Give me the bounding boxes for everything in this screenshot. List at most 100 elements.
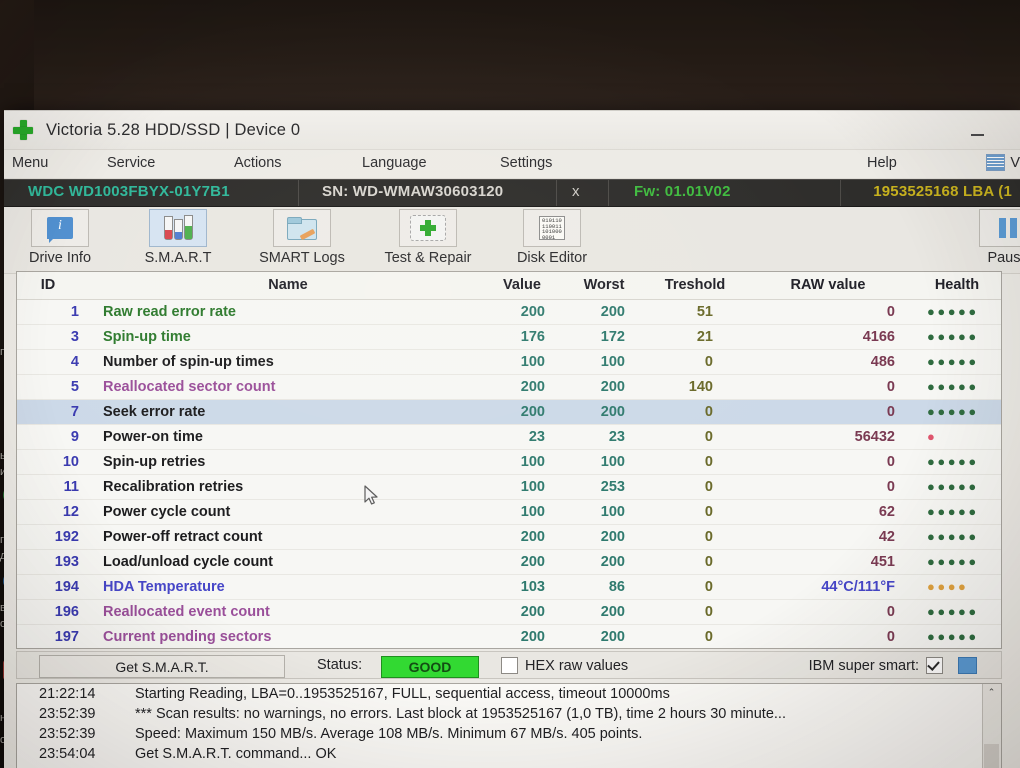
window-title: Victoria 5.28 HDD/SSD | Device 0 <box>46 120 301 139</box>
menu-item-actions[interactable]: Actions <box>234 155 282 171</box>
menu-item-service[interactable]: Service <box>107 155 155 171</box>
ibm-super-smart-checkbox[interactable]: IBM super smart: <box>809 657 943 674</box>
menu-item-help[interactable]: Help <box>867 155 897 171</box>
table-row[interactable]: 9 Power-on time 23 23 0 56432 ● <box>17 424 1001 450</box>
cell-value: 100 <box>483 499 561 525</box>
cell-id: 11 <box>17 474 93 500</box>
cell-value: 200 <box>483 599 561 625</box>
cell-health: ●●●●● <box>913 299 1001 325</box>
view-mode-toggle[interactable]: V <box>986 154 1020 171</box>
cell-id: 7 <box>17 399 93 425</box>
table-row[interactable]: 7 Seek error rate 200 200 0 0 ●●●●● <box>17 399 1001 425</box>
log-timestamp: 23:52:39 <box>39 706 96 722</box>
health-dots-icon: ●●●● <box>927 579 969 594</box>
table-row[interactable]: 11 Recalibration retries 100 253 0 0 ●●●●● <box>17 474 1001 500</box>
cell-raw: 0 <box>743 449 913 475</box>
column-header-health[interactable]: Health <box>913 272 1001 300</box>
cell-worst: 23 <box>561 424 647 450</box>
toolbar-label-drive-info: Drive Info <box>28 250 92 266</box>
cell-raw: 56432 <box>743 424 913 450</box>
menu-item-language[interactable]: Language <box>362 155 427 171</box>
device-close-mark[interactable]: x <box>572 183 580 200</box>
cell-id: 10 <box>17 449 93 475</box>
table-row[interactable]: 10 Spin-up retries 100 100 0 0 ●●●●● <box>17 449 1001 475</box>
scrollbar-thumb[interactable] <box>984 744 999 768</box>
hex-raw-values-checkbox-box[interactable] <box>501 657 518 674</box>
cell-name: Spin-up time <box>93 324 483 350</box>
cell-threshold: 0 <box>647 524 743 550</box>
log-line: 23:54:04 Get S.M.A.R.T. command... OK <box>17 744 1001 764</box>
table-row[interactable]: 4 Number of spin-up times 100 100 0 486 ●●●●● <box>17 349 1001 375</box>
column-header-raw-value[interactable]: RAW value <box>743 272 913 300</box>
smart-table: ID Name Value Worst Treshold RAW value H… <box>17 272 1001 648</box>
cell-worst: 200 <box>561 399 647 425</box>
log-scrollbar[interactable]: ⌃ <box>982 684 1001 768</box>
cell-raw: 0 <box>743 399 913 425</box>
ibm-super-smart-label: IBM super smart: <box>808 657 919 674</box>
cell-value: 100 <box>483 349 561 375</box>
menu-item-settings[interactable]: Settings <box>500 155 552 171</box>
cell-threshold: 0 <box>647 474 743 500</box>
toolbar-button-smart[interactable]: S.M.A.R.T <box>122 209 234 271</box>
cell-id: 12 <box>17 499 93 525</box>
ibm-super-smart-checkbox-box[interactable] <box>926 657 943 674</box>
cell-name: Number of spin-up times <box>93 349 483 375</box>
toolbar-button-test-repair[interactable]: Test & Repair <box>372 209 484 271</box>
cell-name: HDA Temperature <box>93 574 483 600</box>
hex-raw-values-checkbox[interactable]: HEX raw values <box>501 657 628 674</box>
table-row[interactable]: 194 HDA Temperature 103 86 0 44°C/111°F ●●●● <box>17 574 1001 600</box>
table-row[interactable]: 5 Reallocated sector count 200 200 140 0 ●●●●● <box>17 374 1001 400</box>
table-row[interactable]: 196 Reallocated event count 200 200 0 0 ●●●●● <box>17 599 1001 625</box>
cell-health: ●●●●● <box>913 374 1001 400</box>
cell-name: Spin-up retries <box>93 449 483 475</box>
cell-worst: 86 <box>561 574 647 600</box>
cell-worst: 100 <box>561 349 647 375</box>
column-header-id[interactable]: ID <box>17 272 93 300</box>
cell-threshold: 0 <box>647 424 743 450</box>
toolbar-label-smart: S.M.A.R.T <box>144 250 212 266</box>
column-header-worst[interactable]: Worst <box>561 272 647 300</box>
cell-value: 100 <box>483 474 561 500</box>
screen-photo: p п ый ис гру дн вы оч нов ows Victoria … <box>0 0 1020 768</box>
table-row[interactable]: 1 Raw read error rate 200 200 51 0 ●●●●● <box>17 299 1001 325</box>
table-row[interactable]: 197 Current pending sectors 200 200 0 0 ●●●●● <box>17 624 1001 648</box>
get-smart-button[interactable]: Get S.M.A.R.T. <box>39 655 285 678</box>
toolbar-button-drive-info[interactable]: Drive Info <box>4 209 116 271</box>
health-dots-icon: ●●●●● <box>927 454 979 469</box>
cell-id: 192 <box>17 524 93 550</box>
minimize-button[interactable] <box>964 119 990 141</box>
cell-id: 197 <box>17 624 93 648</box>
toolbar-button-disk-editor[interactable]: 010110 110011 101000 0001 Disk Editor <box>496 209 608 271</box>
column-header-value[interactable]: Value <box>483 272 561 300</box>
health-dots-icon: ●●●●● <box>927 554 979 569</box>
health-dots-icon: ●●●●● <box>927 354 979 369</box>
cell-threshold: 140 <box>647 374 743 400</box>
health-dots-icon: ●●●●● <box>927 379 979 394</box>
desktop-top-strip: p <box>0 0 1020 110</box>
title-bar: Victoria 5.28 HDD/SSD | Device 0 <box>4 111 1020 150</box>
smart-attributes-panel[interactable]: ID Name Value Worst Treshold RAW value H… <box>16 271 1002 649</box>
toolbar-button-smart-logs[interactable]: SMART Logs <box>246 209 358 271</box>
table-row[interactable]: 193 Load/unload cycle count 200 200 0 451 ●●●●… <box>17 549 1001 575</box>
menu-item-menu[interactable]: Menu <box>12 155 48 171</box>
cell-name: Current pending sectors <box>93 624 483 648</box>
column-header-threshold[interactable]: Treshold <box>647 272 743 300</box>
view-mode-label: V <box>1010 154 1020 171</box>
device-serial: SN: WD-WMAW30603120 <box>322 183 504 200</box>
scroll-up-icon[interactable]: ⌃ <box>983 684 1000 700</box>
log-message: Speed: Maximum 150 MB/s. Average 108 MB/… <box>135 726 643 742</box>
log-panel[interactable]: 21:22:14 Starting Reading, LBA=0..1953525… <box>16 683 1002 768</box>
cell-worst: 253 <box>561 474 647 500</box>
color-legend-swatch[interactable] <box>958 657 977 674</box>
cell-name: Power-on time <box>93 424 483 450</box>
cell-health: ●●●●● <box>913 549 1001 575</box>
cell-id: 5 <box>17 374 93 400</box>
toolbar-button-pause[interactable]: Pause <box>952 209 1020 271</box>
minimize-icon <box>970 134 984 136</box>
table-row[interactable]: 3 Spin-up time 176 172 21 4166 ●●●●● <box>17 324 1001 350</box>
column-header-name[interactable]: Name <box>93 272 483 300</box>
log-timestamp: 23:54:04 <box>39 746 96 762</box>
table-row[interactable]: 12 Power cycle count 100 100 0 62 ●●●●● <box>17 499 1001 525</box>
cell-worst: 200 <box>561 599 647 625</box>
table-row[interactable]: 192 Power-off retract count 200 200 0 42 ●●●●● <box>17 524 1001 550</box>
